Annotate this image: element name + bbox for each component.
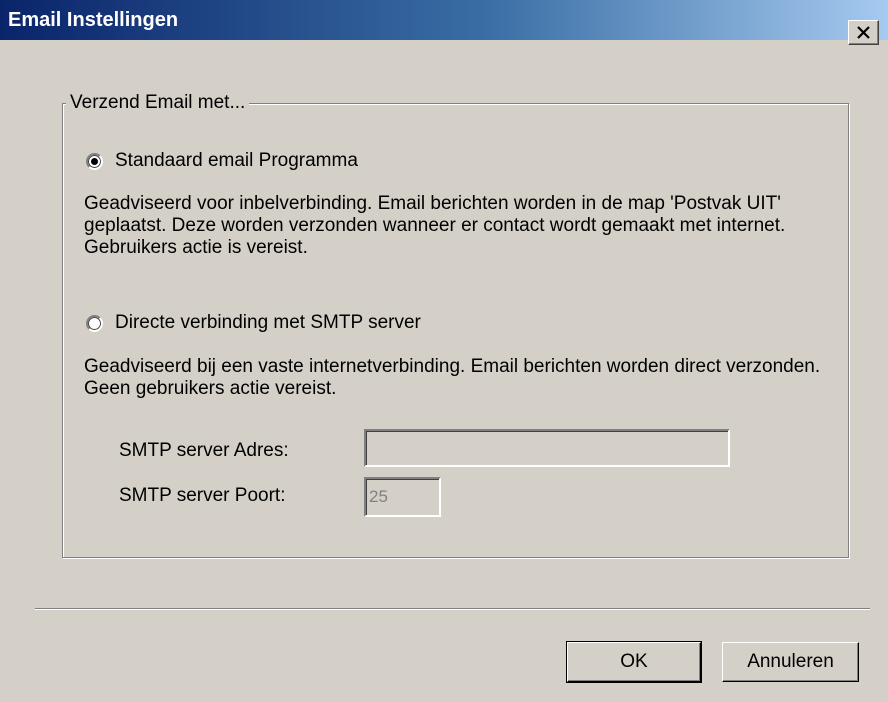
smtp-port-label: SMTP server Poort:	[119, 485, 286, 506]
ok-button[interactable]: OK	[566, 641, 702, 683]
smtp-address-input[interactable]	[364, 429, 730, 467]
smtp-port-input[interactable]	[364, 477, 441, 517]
cancel-button[interactable]: Annuleren	[722, 642, 859, 682]
close-icon	[857, 26, 870, 39]
default-option-description: Geadviseerd voor inbelverbinding. Email …	[84, 193, 786, 258]
radio-button-default[interactable]	[86, 152, 103, 170]
smtp-option-description: Geadviseerd bij een vaste internetverbin…	[84, 356, 821, 399]
radio-default-email-program[interactable]: Standaard email Programma	[86, 150, 358, 172]
title-bar: Email Instellingen	[0, 0, 888, 40]
separator	[35, 608, 870, 610]
radio-button-smtp[interactable]	[86, 314, 103, 332]
radio-direct-smtp[interactable]: Directe verbinding met SMTP server	[86, 312, 421, 334]
radio-label-default: Standaard email Programma	[115, 150, 358, 171]
window-title: Email Instellingen	[8, 9, 179, 31]
group-legend: Verzend Email met...	[66, 91, 250, 115]
radio-label-smtp: Directe verbinding met SMTP server	[115, 312, 421, 333]
close-button[interactable]	[848, 20, 879, 45]
smtp-address-label: SMTP server Adres:	[119, 440, 289, 461]
